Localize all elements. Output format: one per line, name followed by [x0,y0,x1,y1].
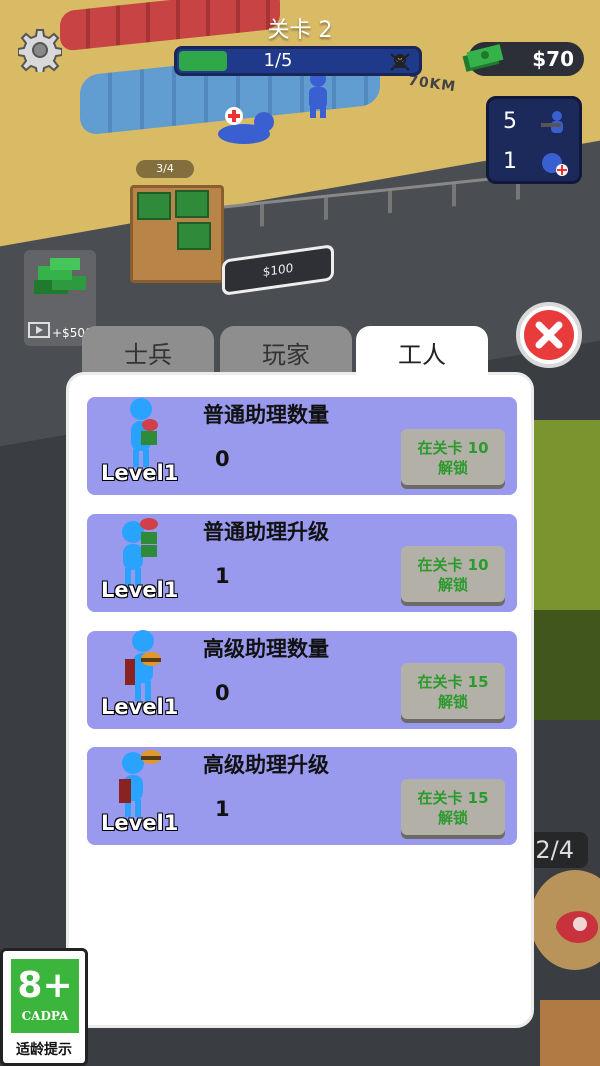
locked-upgrade-button[interactable]: 在关卡 10 解锁 [401,429,505,485]
card-title: 高级助理数量 [203,637,329,661]
upgrade-panel: Level1 普通助理数量 0 在关卡 10 解锁 Level1 普通助理升级 … [66,372,534,1028]
gear-icon[interactable] [18,28,62,72]
shelf-counter: 3/4 [136,160,194,178]
locked-upgrade-button[interactable]: 在关卡 15 解锁 [401,779,505,835]
green-container-door [530,610,600,720]
close-button[interactable] [516,302,582,368]
locked-upgrade-button[interactable]: 在关卡 10 解锁 [401,546,505,602]
meat-icon [556,911,599,943]
close-button-face [524,310,574,360]
card-level: Level1 [101,811,179,835]
pay-spot-price: $100 [262,260,294,280]
money-display: $70 [462,42,584,76]
card-title: 普通助理数量 [203,403,329,427]
unlock-label: 解锁 [437,576,468,594]
wooden-chair [540,1000,600,1066]
unlock-requirement: 在关卡 15 [417,673,489,691]
age-rating-tip: 适龄提示 [16,1042,72,1058]
card-value: 1 [215,564,230,588]
card-level: Level1 [101,578,179,602]
unlock-requirement: 在关卡 15 [417,789,489,807]
injured-count: 1 [503,149,517,174]
level-title: 关卡 2 [267,18,333,43]
tab-workers[interactable]: 工人 [356,326,488,384]
unlock-label: 解锁 [437,693,468,711]
money-amount: $70 [532,47,574,71]
age-rating-box: 8+ CADPA [11,959,79,1033]
ammo-shelf[interactable] [130,185,224,283]
card-value: 1 [215,797,230,821]
injured-soldier-figure [218,107,274,144]
upgrade-card-normal-level: Level1 普通助理升级 1 在关卡 10 解锁 [87,514,517,612]
injured-soldier-icon [542,153,568,176]
cash-icon [462,44,504,72]
unlock-requirement: 在关卡 10 [417,439,489,457]
upgrade-card-normal-count: Level1 普通助理数量 0 在关卡 10 解锁 [87,397,517,495]
age-rating: 8+ [17,965,73,1006]
skull-icon [390,53,410,71]
soldier-icon [541,111,563,133]
age-rating-org: CADPA [21,1009,69,1023]
card-level: Level1 [101,461,179,485]
close-icon [535,321,563,349]
unlock-label: 解锁 [437,459,468,477]
upgrade-card-advanced-count: Level1 高级助理数量 0 在关卡 15 解锁 [87,630,517,729]
age-rating-badge: 8+ CADPA 适龄提示 [0,948,88,1066]
cash-stack-icon [34,258,86,294]
soldier-stat: 5 [489,103,579,143]
unlock-label: 解锁 [437,809,468,827]
card-level: Level1 [101,695,179,719]
wave-progress-text: 1/5 [263,50,293,71]
unit-stats-panel: 5 1 [486,96,582,184]
card-title: 高级助理升级 [203,753,329,777]
soldier-count: 5 [503,109,517,134]
injured-stat: 1 [489,143,579,183]
video-ad-icon [28,322,50,338]
locked-upgrade-button[interactable]: 在关卡 15 解锁 [401,663,505,719]
card-title: 普通助理升级 [203,520,329,544]
unlock-requirement: 在关卡 10 [417,556,489,574]
upgrade-card-advanced-level: Level1 高级助理升级 1 在关卡 15 解锁 [87,747,517,845]
soldier-figure [309,71,327,118]
wave-progress-bar: 1/5 [174,46,422,76]
card-value: 0 [215,681,230,705]
card-value: 0 [215,447,230,471]
meat-plate [530,870,600,970]
